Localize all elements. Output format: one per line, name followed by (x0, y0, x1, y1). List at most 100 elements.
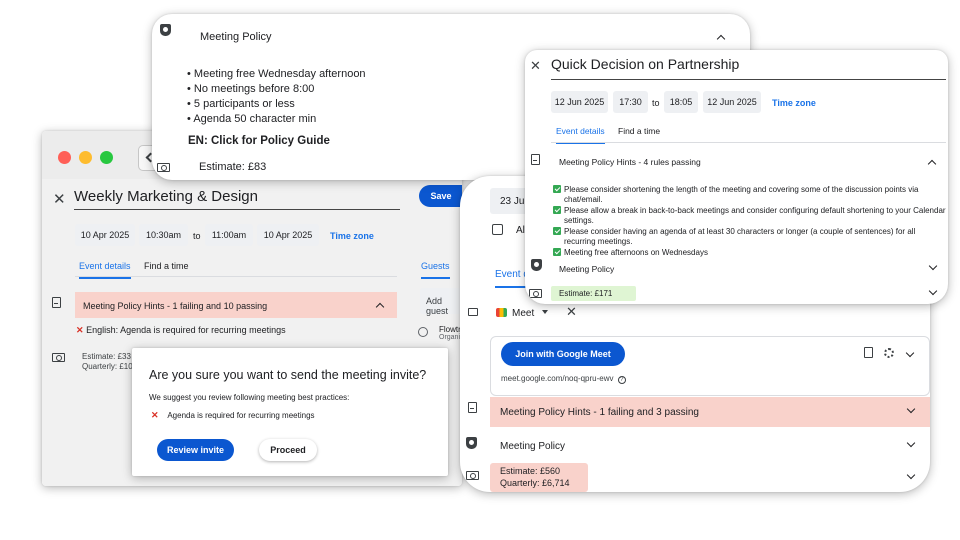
fail-x-icon: ✕ (76, 325, 84, 335)
policy-bullet: • Agenda 50 character min (187, 113, 317, 125)
money-icon (52, 353, 65, 362)
policy-bullet: • Meeting free Wednesday afternoon (187, 68, 366, 80)
policy-guide-link[interactable]: EN: Click for Policy Guide (188, 135, 330, 147)
shield-icon (466, 437, 477, 449)
event-title[interactable]: Weekly Marketing & Design (74, 188, 400, 210)
dialog-title: Are you sure you want to send the meetin… (149, 368, 427, 382)
save-button[interactable]: Save (419, 185, 462, 207)
fail-x-icon: ✕ (151, 410, 159, 420)
check-icon (553, 227, 561, 235)
check-icon (553, 248, 561, 256)
gear-icon[interactable] (884, 348, 894, 358)
meet-estimate-label: Estimate: £560 (500, 466, 561, 476)
remove-meet-icon[interactable]: ✕ (566, 304, 577, 320)
estimate-label: Estimate: £33 (82, 352, 131, 361)
document-icon (531, 154, 540, 165)
chevron-down-icon[interactable] (906, 470, 916, 480)
confirm-send-dialog: Are you sure you want to send the meetin… (132, 348, 448, 476)
dialog-item-text: Agenda is required for recurring meeting… (167, 411, 315, 420)
start-date-chip[interactable]: 10 Apr 2025 (75, 224, 135, 246)
tabs-divider (551, 142, 946, 143)
to-label: to (652, 98, 660, 108)
check-icon (553, 185, 561, 193)
dialog-item: ✕ Agenda is required for recurring meeti… (151, 410, 315, 421)
meet-quarterly-label: Quarterly: £6,714 (500, 478, 570, 488)
help-icon[interactable]: ? (617, 376, 626, 384)
to-label: to (193, 231, 201, 241)
quick-estimate-label: Estimate: £171 (559, 289, 613, 298)
chevron-down-icon[interactable] (928, 261, 938, 271)
policy-popup-title: Meeting Policy (200, 31, 272, 43)
shield-icon (531, 259, 542, 271)
maximize-window-button[interactable] (100, 151, 113, 164)
money-icon (466, 471, 479, 480)
meet-link[interactable]: meet.google.com/noq-qpru-ewv ? (501, 374, 626, 384)
chevron-down-icon (906, 404, 916, 414)
start-date-chip[interactable]: 12 Jun 2025 (551, 91, 608, 113)
meet-logo-icon (496, 308, 507, 317)
add-guests-input[interactable]: Add guest (420, 288, 462, 316)
chevron-down-icon[interactable] (928, 286, 938, 296)
guest-name: Flowtr (439, 325, 461, 334)
policy-hints-label: Meeting Policy Hints - 1 failing and 10 … (83, 301, 268, 311)
tab-find-time[interactable]: Find a time (144, 261, 189, 277)
start-time-chip[interactable]: 17:30 (613, 91, 648, 113)
chevron-down-icon[interactable] (906, 438, 916, 448)
meet-link-text: meet.google.com/noq-qpru-ewv (501, 374, 614, 383)
chevron-up-icon[interactable] (927, 159, 937, 169)
minimize-window-button[interactable] (79, 151, 92, 164)
tab-find-time[interactable]: Find a time (618, 126, 660, 142)
end-time-chip[interactable]: 18:05 (664, 91, 698, 113)
failing-rule: ✕ English: Agenda is required for recurr… (76, 325, 286, 336)
failing-rule-text: English: Agenda is required for recurrin… (86, 325, 286, 335)
quick-policy-label[interactable]: Meeting Policy (559, 264, 614, 274)
join-meet-button[interactable]: Join with Google Meet (501, 342, 625, 366)
end-date-chip[interactable]: 12 Jun 2025 (703, 91, 761, 113)
start-time-chip[interactable]: 10:30am (139, 224, 188, 246)
copy-icon[interactable] (864, 347, 873, 358)
policy-bullet: • No meetings before 8:00 (187, 83, 315, 95)
close-icon[interactable]: ✕ (53, 190, 66, 208)
tab-event-details[interactable]: Event d (495, 269, 529, 288)
passing-rule: Please consider shortening the length of… (553, 184, 948, 205)
all-day-label: Al (516, 225, 525, 236)
all-day-checkbox[interactable] (492, 224, 503, 235)
guest-avatar (418, 327, 428, 337)
meet-policy-label[interactable]: Meeting Policy (500, 441, 565, 452)
quarterly-label: Quarterly: £10 (82, 362, 133, 371)
end-date-chip[interactable]: 10 Apr 2025 (257, 224, 319, 246)
timezone-link[interactable]: Time zone (330, 231, 374, 241)
close-window-button[interactable] (58, 151, 71, 164)
quick-hints-label[interactable]: Meeting Policy Hints - 4 rules passing (559, 157, 701, 167)
dialog-subtitle: We suggest you review following meeting … (149, 393, 350, 402)
quick-title[interactable]: Quick Decision on Partnership (551, 56, 946, 80)
popup-estimate-label: Estimate: £83 (199, 161, 267, 173)
tab-guests[interactable]: Guests (421, 261, 450, 279)
timezone-link[interactable]: Time zone (772, 98, 816, 108)
passing-rule: Please allow a break in back-to-back mee… (553, 205, 948, 226)
meet-policy-hints-label: Meeting Policy Hints - 1 failing and 3 p… (500, 407, 699, 418)
tabs-divider (75, 276, 397, 277)
passing-rule: Please consider having an agenda of at l… (553, 226, 948, 247)
policy-bullet: • 5 participants or less (187, 98, 295, 110)
quick-decision-card: ✕ Quick Decision on Partnership 12 Jun 2… (525, 50, 948, 304)
meet-policy-hints-bar[interactable]: Meeting Policy Hints - 1 failing and 3 p… (490, 397, 930, 427)
review-invite-button[interactable]: Review invite (157, 439, 234, 461)
policy-hints-bar[interactable]: Meeting Policy Hints - 1 failing and 10 … (75, 292, 397, 318)
close-icon[interactable]: ✕ (530, 58, 541, 74)
meet-dropdown-icon[interactable] (542, 310, 548, 314)
passing-rules-list: Please consider shortening the length of… (553, 184, 948, 258)
shield-icon (160, 24, 171, 36)
end-time-chip[interactable]: 11:00am (205, 224, 253, 246)
check-icon (553, 206, 561, 214)
chevron-up-icon[interactable] (716, 34, 726, 44)
chevron-up-icon (375, 302, 385, 312)
money-icon (529, 289, 542, 298)
proceed-button[interactable]: Proceed (259, 439, 317, 461)
policy-bullet-list: • Meeting free Wednesday afternoon • No … (187, 67, 366, 127)
meet-label[interactable]: Meet (512, 308, 534, 319)
add-guests-placeholder: Add guest (426, 296, 449, 316)
passing-rule: Meeting free afternoons on Wednesdays (553, 247, 948, 258)
money-icon (157, 163, 170, 172)
video-icon (468, 308, 478, 316)
